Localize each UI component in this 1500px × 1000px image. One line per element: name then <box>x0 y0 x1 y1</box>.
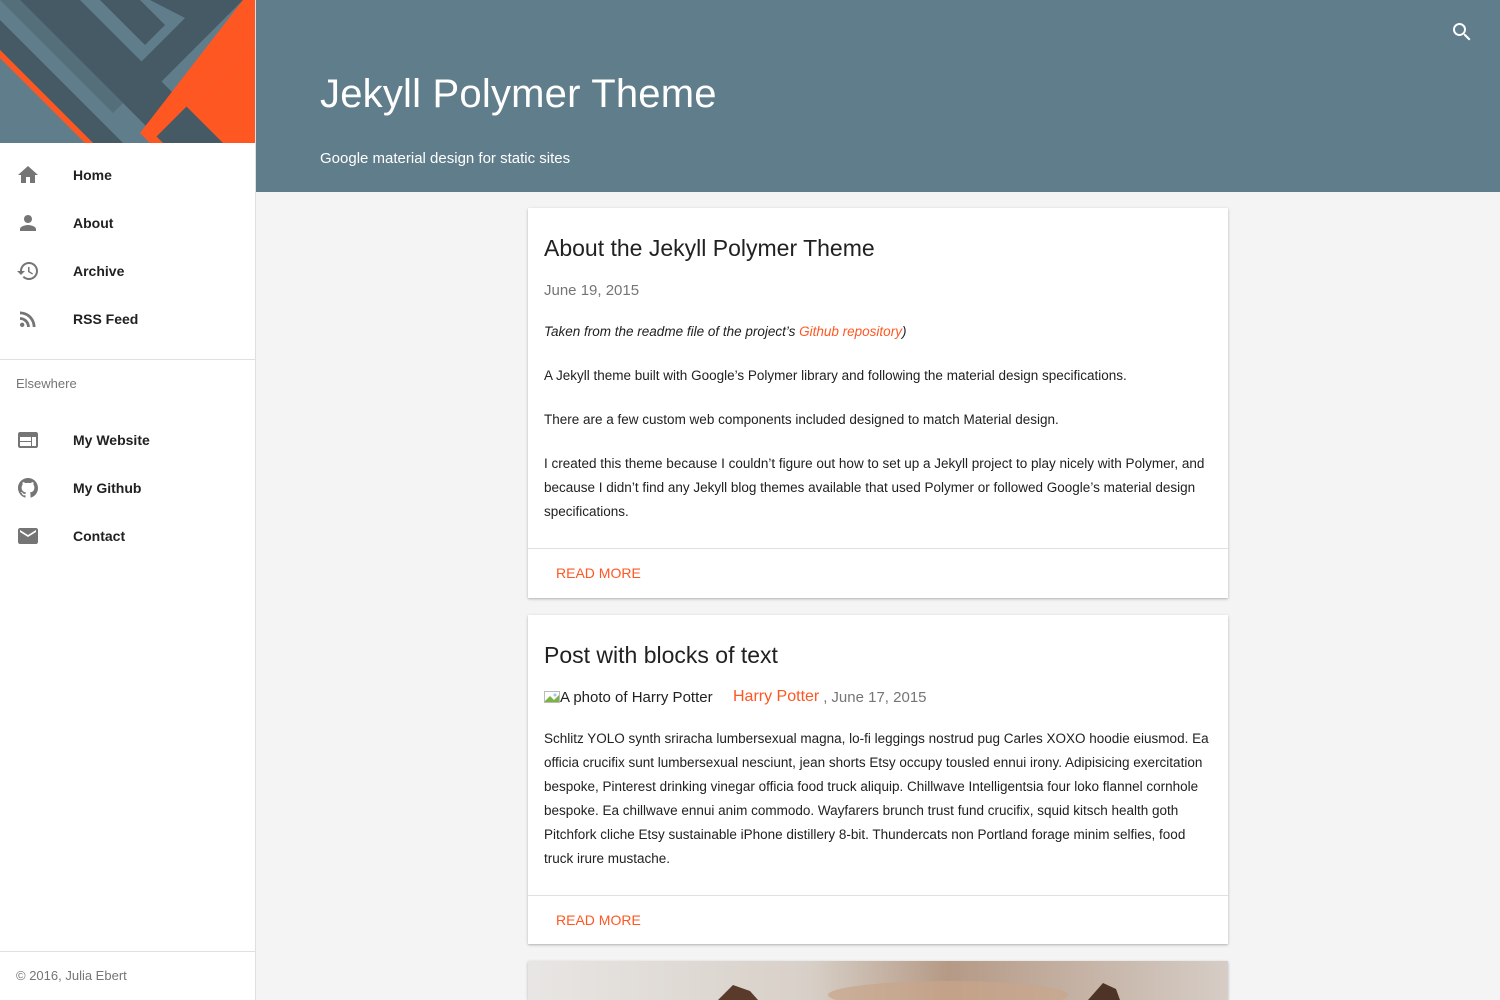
nav-label: Archive <box>73 263 125 279</box>
nav-item-my-website[interactable]: My Website <box>0 416 255 464</box>
intro-suffix: ) <box>901 324 907 339</box>
intro-prefix: Taken from the readme file of the projec… <box>544 324 800 339</box>
post-cover-image[interactable] <box>528 961 1228 1000</box>
site-subtitle: Google material design for static sites <box>320 150 571 167</box>
sidebar-banner <box>0 0 255 143</box>
post-date: June 17, 2015 <box>831 688 927 706</box>
post-body: Schlitz YOLO synth sriracha lumbersexual… <box>544 731 1209 866</box>
broken-image-icon <box>544 691 560 703</box>
nav-item-rss-feed[interactable]: RSS Feed <box>0 295 255 343</box>
rss-icon <box>16 307 40 331</box>
sidebar: Home About Archive RSS Feed Elsewhere My… <box>0 0 256 1000</box>
nav-item-my-github[interactable]: My Github <box>0 464 255 512</box>
post-meta: A photo of Harry Potter Harry Potter , J… <box>544 688 927 706</box>
sidebar-footer: © 2016, Julia Ebert <box>0 951 255 1000</box>
author-avatar: A photo of Harry Potter <box>544 689 722 706</box>
nav-item-home[interactable]: Home <box>0 151 255 199</box>
history-icon <box>16 259 40 283</box>
post-paragraph: A Jekyll theme built with Google’s Polym… <box>544 368 1127 383</box>
nav-label: My Github <box>73 480 142 496</box>
search-icon <box>1453 23 1471 41</box>
nav-label: Home <box>73 167 112 183</box>
post-card <box>528 961 1228 1000</box>
material-banner-graphic <box>0 0 255 143</box>
search-button[interactable] <box>1450 20 1474 44</box>
nav-label: Contact <box>73 528 126 544</box>
post-card: About the Jekyll Polymer Theme June 19, … <box>528 208 1228 598</box>
read-more-button[interactable]: READ MORE <box>556 912 641 928</box>
github-repository-link[interactable]: Github repository <box>799 324 902 339</box>
primary-nav: Home About Archive RSS Feed <box>0 151 255 343</box>
post-title[interactable]: About the Jekyll Polymer Theme <box>544 235 875 262</box>
post-paragraph: I created this theme because I couldn’t … <box>544 456 1205 519</box>
home-icon <box>16 163 40 187</box>
post-card: Post with blocks of text A photo of Harr… <box>528 615 1228 944</box>
web-icon <box>16 428 40 452</box>
copyright-text: © 2016, Julia Ebert <box>16 968 127 983</box>
sidebar-divider <box>0 359 255 360</box>
person-icon <box>16 211 40 235</box>
nav-label: My Website <box>73 432 150 448</box>
elsewhere-nav: My Website My Github Contact <box>0 416 255 560</box>
card-actions: READ MORE <box>528 548 1228 598</box>
post-intro: Taken from the readme file of the projec… <box>544 320 1212 344</box>
site-header: Jekyll Polymer Theme Google material des… <box>256 0 1500 192</box>
nav-label: RSS Feed <box>73 311 139 327</box>
post-title[interactable]: Post with blocks of text <box>544 642 778 669</box>
post-paragraph: There are a few custom web components in… <box>544 412 1059 427</box>
read-more-button[interactable]: READ MORE <box>556 565 641 581</box>
github-icon <box>16 476 40 500</box>
site-title: Jekyll Polymer Theme <box>320 72 717 116</box>
nav-item-contact[interactable]: Contact <box>0 512 255 560</box>
author-avatar-alt: A photo of Harry Potter <box>560 688 713 706</box>
nav-item-about[interactable]: About <box>0 199 255 247</box>
card-actions: READ MORE <box>528 895 1228 945</box>
post-date: June 19, 2015 <box>544 282 640 299</box>
mail-icon <box>16 524 40 548</box>
author-link[interactable]: Harry Potter <box>733 688 819 706</box>
nav-label: About <box>73 215 114 231</box>
date-separator: , <box>823 688 828 706</box>
nav-item-archive[interactable]: Archive <box>0 247 255 295</box>
elsewhere-section-label: Elsewhere <box>16 376 77 391</box>
